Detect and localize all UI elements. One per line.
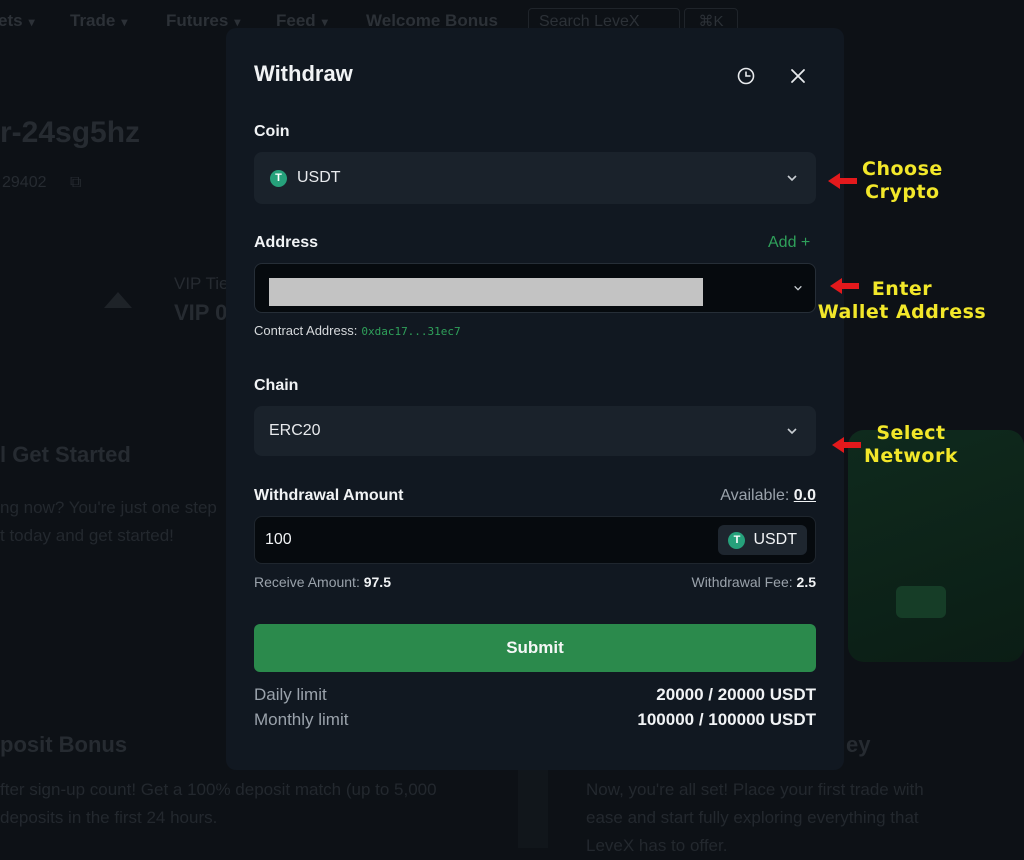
coin-value: USDT — [297, 169, 341, 186]
history-icon[interactable] — [734, 64, 758, 88]
get-started-title: l Get Started — [0, 442, 131, 467]
modal-title: Withdraw — [254, 61, 353, 86]
journey-text: LeveX has to offer. — [586, 836, 728, 855]
chevron-down-icon — [793, 285, 803, 292]
monthly-limit-label: Monthly limit — [254, 710, 349, 729]
arrow-left-icon — [828, 173, 858, 189]
available-balance: Available: 0.0 — [720, 487, 816, 504]
username: r-24sg5hz — [0, 116, 141, 149]
tether-icon: T — [270, 169, 287, 187]
amount-unit: USDT — [753, 531, 797, 548]
nav-item-futures[interactable]: Futures ▾ — [166, 11, 240, 31]
annotation-select-network: Select Network — [832, 422, 958, 468]
contract-value[interactable]: 0xdac17...31ec7 — [361, 325, 460, 338]
submit-button[interactable]: Submit — [254, 624, 816, 672]
chevron-down-icon — [786, 427, 798, 435]
address-select[interactable] — [254, 263, 816, 313]
amount-unit-badge: T USDT — [718, 525, 807, 555]
chevron-down-icon — [786, 174, 798, 182]
chevron-down-icon: ▾ — [121, 15, 128, 29]
get-started-text: t today and get started! — [0, 526, 174, 545]
chevron-down-icon: ▾ — [321, 15, 328, 29]
coin-label: Coin — [254, 123, 290, 140]
daily-limit-label: Daily limit — [254, 685, 327, 704]
chevron-down-icon: ▾ — [28, 15, 35, 29]
monthly-limit-value: 100000 / 100000 USDT — [637, 710, 816, 729]
coin-select[interactable]: T USDT — [254, 152, 816, 204]
chevron-down-icon: ▾ — [234, 15, 241, 29]
add-address-link[interactable]: Add + — [768, 234, 810, 252]
journey-text: ease and start fully exploring everythin… — [586, 808, 919, 827]
redacted-address — [269, 278, 703, 306]
annotation-enter-wallet-text: Enter Wallet Address — [817, 278, 987, 323]
divider — [518, 770, 548, 848]
close-icon[interactable] — [786, 64, 810, 88]
vip-label: VIP Tie — [174, 274, 229, 293]
receive-amount: Receive Amount: 97.5 — [254, 574, 391, 590]
available-value[interactable]: 0.0 — [794, 487, 816, 504]
card-chip — [896, 586, 946, 618]
chain-label: Chain — [254, 377, 299, 394]
amount-label: Withdrawal Amount — [254, 487, 404, 504]
amount-input[interactable]: 100 T USDT — [254, 516, 816, 564]
deposit-bonus-text: deposits in the first 24 hours. — [0, 808, 218, 827]
nav-item-trade[interactable]: Trade ▾ — [70, 11, 127, 31]
journey-title: ey — [846, 732, 871, 757]
amount-value: 100 — [265, 531, 292, 548]
nav-item-markets[interactable]: ets ▾ — [0, 11, 35, 31]
deposit-bonus-title: posit Bonus — [0, 732, 128, 757]
get-started-text: ng now? You're just one step — [0, 498, 217, 517]
user-id: 29402 — [2, 174, 47, 191]
withdraw-modal: Withdraw Coin T USDT Address Add + Contr… — [226, 28, 844, 770]
withdrawal-fee: Withdrawal Fee: 2.5 — [691, 574, 816, 590]
deposit-bonus-text: fter sign-up count! Get a 100% deposit m… — [0, 780, 437, 799]
contract-label: Contract Address: — [254, 323, 358, 338]
arrow-left-icon — [832, 437, 862, 453]
vip-value: VIP 0 — [174, 300, 228, 325]
annotation-choose-crypto: Choose Crypto — [828, 158, 943, 204]
copy-icon[interactable]: ⧉ — [70, 174, 81, 192]
chain-value: ERC20 — [269, 422, 321, 439]
daily-limit-value: 20000 / 20000 USDT — [656, 685, 816, 704]
address-label: Address — [254, 234, 319, 251]
journey-text: Now, you're all set! Place your first tr… — [586, 780, 924, 799]
contract-address: Contract Address: 0xdac17...31ec7 — [254, 323, 461, 338]
tether-icon: T — [728, 531, 746, 549]
vip-icon — [104, 292, 132, 308]
chain-select[interactable]: ERC20 — [254, 406, 816, 456]
